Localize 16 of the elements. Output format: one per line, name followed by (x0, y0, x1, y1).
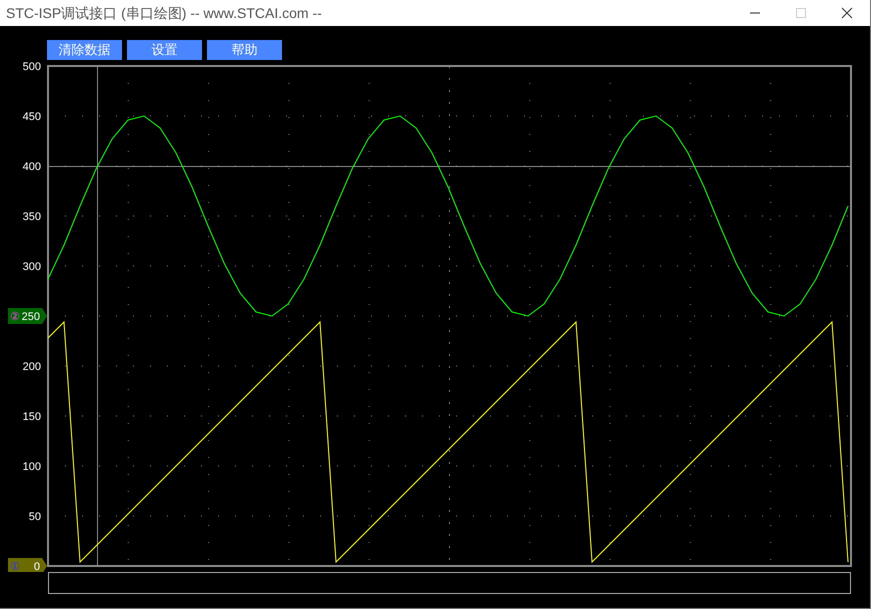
channel-tag[interactable]: ① 0 (8, 558, 47, 572)
y-tick-label: 200 (22, 361, 41, 373)
toolbar-button[interactable]: 帮助 (207, 40, 282, 60)
y-tick-label: 450 (22, 111, 41, 123)
y-tick-label: 400 (22, 161, 41, 173)
channel-tag[interactable]: ② 250 (8, 308, 47, 324)
y-tick-label: 50 (28, 511, 41, 523)
y-tick-label: 150 (22, 411, 41, 423)
y-tick-label: 350 (22, 211, 41, 223)
toolbar-button[interactable]: 设置 (127, 40, 202, 60)
y-tick-label: 100 (22, 461, 41, 473)
y-tick-label: 500 (22, 61, 41, 73)
input-field[interactable] (48, 572, 851, 594)
y-tick-label: 300 (22, 261, 41, 273)
toolbar-button[interactable]: 清除数据 (47, 40, 122, 60)
window-title: STC-ISP调试接口 (串口绘图) -- www.STCAI.com -- (5, 4, 322, 23)
